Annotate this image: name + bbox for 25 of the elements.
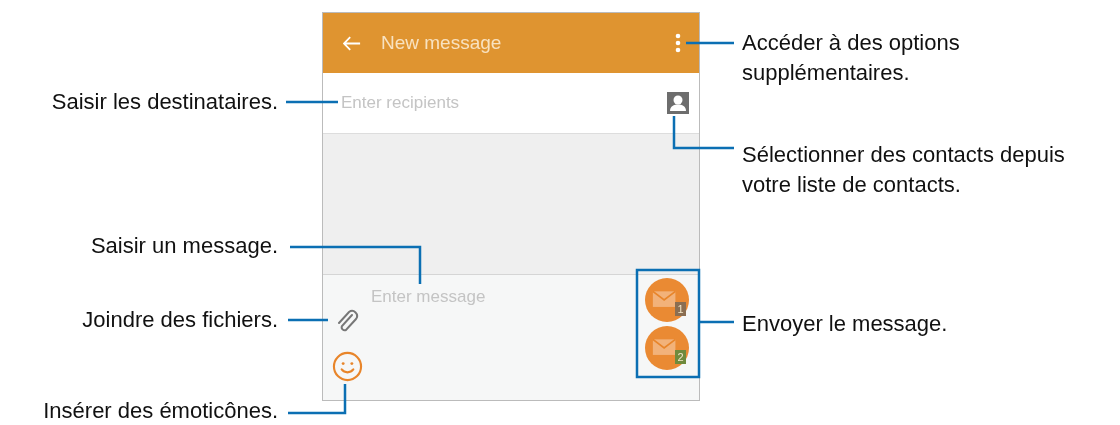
leader-line [288, 318, 328, 322]
back-arrow-icon[interactable] [343, 35, 361, 51]
callout-label: Insérer des émoticônes. [43, 397, 278, 425]
callout-label: Accéder à des options supplémentaires. [742, 29, 960, 87]
envelope-icon [652, 290, 678, 310]
callout-label: Saisir les destinataires. [51, 88, 278, 116]
send-button[interactable]: 2 [645, 326, 689, 370]
envelope-icon [652, 338, 678, 358]
contact-icon[interactable] [667, 92, 689, 114]
smiley-icon[interactable] [331, 351, 363, 382]
screen-title: New message [381, 32, 503, 54]
sim-badge: 1 [675, 302, 686, 316]
leader-line [699, 320, 734, 324]
callout-label: Sélectionner des contacts depuis votre liste de contacts. [742, 141, 1065, 199]
callout-label: Saisir un message. [90, 232, 278, 260]
callout-label: Envoyer le message. [742, 310, 948, 338]
callout-label: Joindre des fichiers. [82, 306, 278, 334]
leader-line [686, 41, 734, 45]
more-options-icon[interactable] [675, 33, 681, 53]
leader-line [286, 100, 338, 104]
recipients-field[interactable]: Enter recipients [341, 93, 667, 113]
leader-line [672, 116, 734, 150]
leader-line [288, 384, 347, 415]
send-button[interactable]: 1 [645, 278, 689, 322]
sim-badge: 2 [675, 350, 686, 364]
